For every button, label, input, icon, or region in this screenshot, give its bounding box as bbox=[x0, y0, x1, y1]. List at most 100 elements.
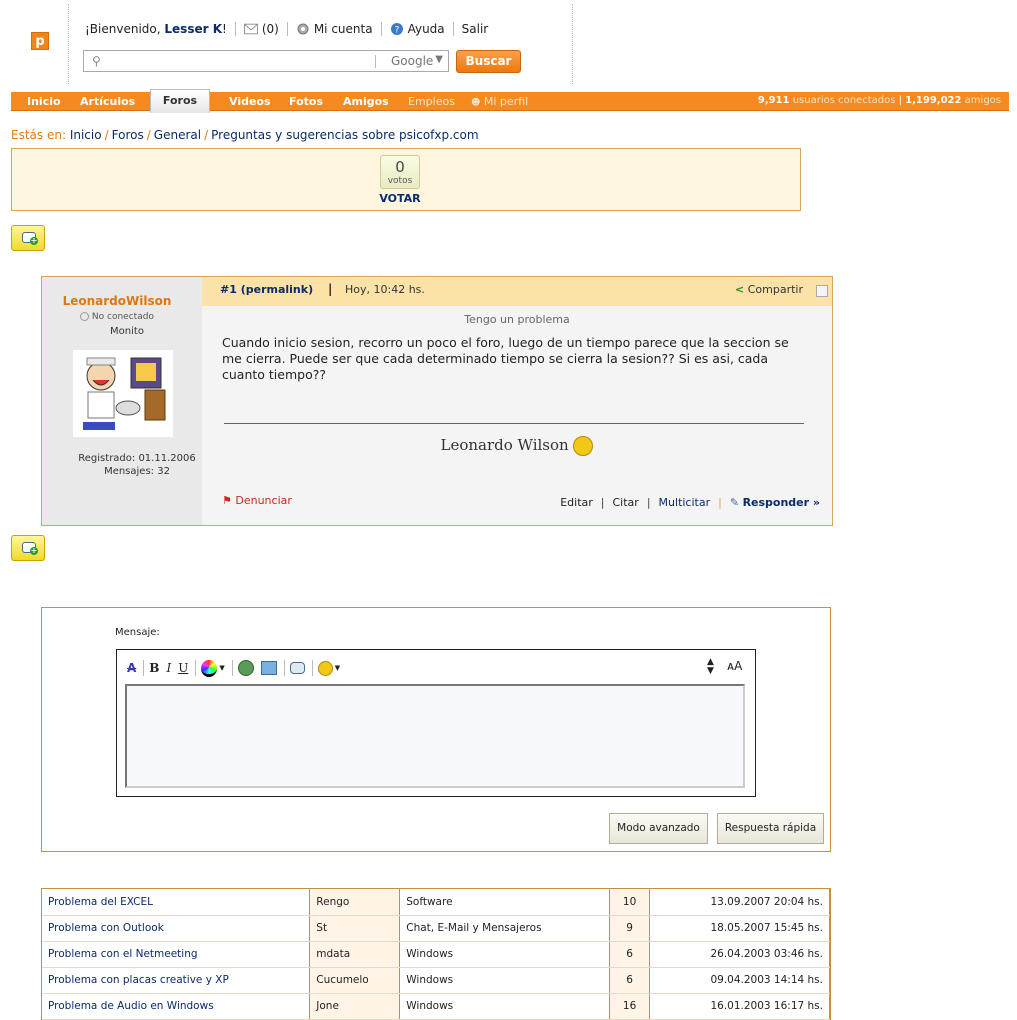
share-icon: < bbox=[735, 283, 745, 296]
share-label: Compartir bbox=[747, 283, 803, 296]
font-size-icon[interactable]: ᴀA bbox=[727, 659, 742, 673]
reply-link[interactable]: Responder » bbox=[743, 496, 820, 509]
search-engine-select[interactable]: Google bbox=[391, 54, 433, 68]
thread-forum[interactable]: Windows bbox=[399, 941, 611, 968]
greeting-end: ! bbox=[222, 22, 227, 36]
site-logo[interactable]: p bbox=[31, 32, 49, 50]
vote-unit: votos bbox=[387, 176, 413, 186]
chevron-down-icon[interactable]: ▼ bbox=[219, 664, 224, 672]
thread-replies: 16 bbox=[609, 993, 651, 1020]
nav-inicio[interactable]: Inicio bbox=[27, 95, 61, 108]
envelope-icon[interactable] bbox=[243, 23, 258, 35]
advanced-mode-button[interactable]: Modo avanzado bbox=[609, 813, 708, 844]
thread-author[interactable]: Cucumelo bbox=[309, 967, 401, 994]
help-link[interactable]: Ayuda bbox=[408, 22, 445, 36]
friends-label: amigos bbox=[964, 95, 1001, 106]
flag-icon: ⚑ bbox=[222, 494, 232, 507]
nav-articulos[interactable]: Artículos bbox=[80, 95, 135, 108]
plus-icon: + bbox=[30, 236, 38, 245]
author-messages: Mensajes: 32 bbox=[104, 466, 170, 477]
underline-icon[interactable]: U bbox=[178, 661, 188, 675]
toolbar-divider bbox=[231, 660, 233, 676]
breadcrumb-inicio[interactable]: Inicio bbox=[70, 128, 102, 142]
thread-author[interactable]: mdata bbox=[309, 941, 401, 968]
nav-foros[interactable]: Foros bbox=[150, 89, 210, 113]
main-nav: Inicio Artículos Foros Videos Fotos Amig… bbox=[11, 89, 1009, 113]
post-author[interactable]: LeonardoWilson bbox=[42, 294, 192, 308]
thread-title-link[interactable]: Problema con placas creative y XP bbox=[42, 967, 311, 994]
multiquote-link[interactable]: Multicitar bbox=[659, 496, 711, 509]
quote-icon[interactable] bbox=[289, 662, 305, 674]
toolbar-divider bbox=[143, 660, 145, 676]
remove-format-icon[interactable]: A bbox=[127, 661, 136, 675]
search-icon: ⚲ bbox=[92, 54, 101, 68]
color-picker-icon[interactable] bbox=[201, 659, 218, 677]
offline-icon bbox=[80, 312, 90, 321]
table-row[interactable]: Problema con el Netmeeting mdata Windows 6 2… bbox=[42, 941, 830, 968]
nav-videos[interactable]: Videos bbox=[229, 95, 271, 108]
svg-text:?: ? bbox=[394, 26, 399, 36]
vote-button[interactable]: VOTAR bbox=[378, 192, 422, 205]
breadcrumb-general[interactable]: General bbox=[154, 128, 201, 142]
author-rank: Monito bbox=[110, 326, 144, 337]
nav-empleos[interactable]: Empleos bbox=[408, 95, 455, 108]
thread-replies: 6 bbox=[609, 967, 651, 994]
quote-link[interactable]: Citar bbox=[613, 496, 639, 509]
link-icon[interactable] bbox=[237, 660, 254, 676]
nav-mi-perfil-label: Mi perfil bbox=[483, 95, 529, 108]
thread-forum[interactable]: Windows bbox=[399, 967, 611, 994]
nav-amigos[interactable]: Amigos bbox=[343, 95, 389, 108]
account-link[interactable]: Mi cuenta bbox=[314, 22, 373, 36]
thread-author[interactable]: St bbox=[309, 915, 401, 942]
breadcrumb-foros[interactable]: Foros bbox=[112, 128, 144, 142]
thread-forum[interactable]: Windows bbox=[399, 993, 611, 1020]
table-row[interactable]: Problema de Audio en Windows Jone Windows 1… bbox=[42, 993, 830, 1020]
message-textarea[interactable] bbox=[125, 684, 745, 788]
thread-author[interactable]: Jone bbox=[309, 993, 401, 1020]
table-row[interactable]: Problema del EXCEL Rengo Software 10 13.09.2… bbox=[42, 889, 830, 916]
table-row[interactable]: Problema con Outlook St Chat, E-Mail y Men… bbox=[42, 915, 830, 942]
logout-link[interactable]: Salir bbox=[462, 22, 489, 36]
gear-icon bbox=[297, 23, 309, 35]
search-button[interactable]: Buscar bbox=[456, 50, 521, 73]
thread-title-link[interactable]: Problema con el Netmeeting bbox=[42, 941, 311, 968]
chevron-down-icon[interactable]: ▼ bbox=[435, 54, 443, 65]
thread-replies: 6 bbox=[609, 941, 651, 968]
nav-fotos[interactable]: Fotos bbox=[289, 95, 323, 108]
author-registered: Registrado: 01.11.2006 bbox=[78, 453, 196, 464]
breadcrumb-prefix: Estás en: bbox=[11, 128, 66, 142]
post-signature: Leonardo Wilson bbox=[202, 436, 832, 456]
quick-reply-button[interactable]: Respuesta rápida bbox=[717, 813, 824, 844]
permalink-link[interactable]: permalink bbox=[246, 283, 308, 296]
thread-forum[interactable]: Software bbox=[399, 889, 611, 916]
search-box[interactable]: ⚲ Google ▼ bbox=[83, 50, 449, 72]
edit-link[interactable]: Editar bbox=[560, 496, 593, 509]
breadcrumb-current[interactable]: Preguntas y sugerencias sobre psicofxp.c… bbox=[211, 128, 478, 142]
signature-text: Leonardo Wilson bbox=[440, 436, 569, 454]
bold-icon[interactable]: B bbox=[149, 661, 159, 675]
chevron-down-icon[interactable]: ▼ bbox=[335, 664, 340, 672]
quick-reply-form: Mensaje: A B I U ▼ ▼ ▲ ▼ ᴀA Modo avanzado… bbox=[41, 607, 831, 852]
thread-title-link[interactable]: Problema del EXCEL bbox=[42, 889, 311, 916]
share-link[interactable]: < Compartir bbox=[735, 283, 803, 296]
report-link[interactable]: ⚑ Denunciar bbox=[222, 494, 292, 507]
toolbar-divider bbox=[195, 660, 197, 676]
resize-icon[interactable]: ▲ ▼ bbox=[707, 658, 714, 676]
italic-icon[interactable]: I bbox=[166, 661, 171, 675]
author-avatar[interactable] bbox=[73, 350, 173, 437]
table-row[interactable]: Problema con placas creative y XP Cucumel… bbox=[42, 967, 830, 994]
image-icon[interactable] bbox=[260, 661, 277, 675]
thread-title-link[interactable]: Problema con Outlook bbox=[42, 915, 311, 942]
thread-author[interactable]: Rengo bbox=[309, 889, 401, 916]
messages-count[interactable]: (0) bbox=[262, 22, 279, 36]
username-link[interactable]: Lesser K bbox=[164, 22, 222, 36]
post-select-checkbox[interactable] bbox=[816, 285, 828, 297]
header-divider bbox=[68, 4, 69, 84]
thread-date: 13.09.2007 20:04 hs. bbox=[649, 889, 830, 916]
thread-forum[interactable]: Chat, E-Mail y Mensajeros bbox=[399, 915, 611, 942]
new-reply-button[interactable]: + bbox=[11, 225, 45, 251]
new-reply-button-bottom[interactable]: + bbox=[11, 535, 45, 561]
thread-title-link[interactable]: Problema de Audio en Windows bbox=[42, 993, 311, 1020]
nav-mi-perfil[interactable]: ☻ Mi perfil bbox=[471, 95, 528, 108]
smiley-icon[interactable] bbox=[317, 660, 333, 676]
